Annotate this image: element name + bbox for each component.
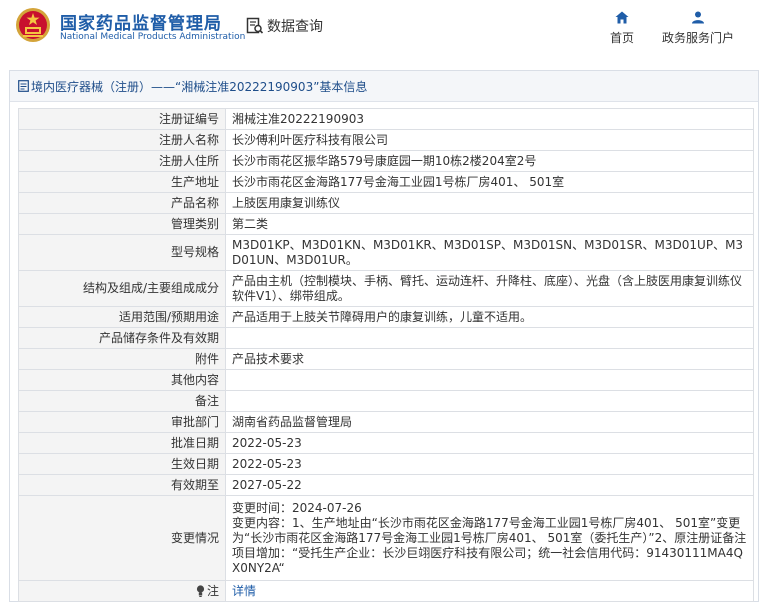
panel-title: 境内医疗器械（注册）——“湘械注准20222190903”基本信息 (31, 80, 368, 94)
table-row: 附件 产品技术要求 (18, 348, 754, 370)
field-value (225, 390, 754, 412)
note-label: 注 (206, 583, 219, 598)
field-value: 2022-05-23 (225, 432, 754, 454)
national-emblem-icon (16, 8, 50, 42)
data-query-icon (246, 17, 264, 34)
field-label: 注册人住所 (18, 150, 226, 172)
field-label: 注册证编号 (18, 108, 226, 130)
field-label: 产品名称 (18, 192, 226, 214)
table-row: 结构及组成/主要组成成分 产品由主机（控制模块、手柄、臂托、运动连杆、升降柱、底座… (18, 270, 754, 307)
nav-service-portal-label: 政务服务门户 (661, 31, 734, 45)
field-value: 湖南省药品监督管理局 (225, 411, 754, 433)
table-row: 注册人名称 长沙傅利叶医疗科技有限公司 (18, 129, 754, 151)
table-row: 有效期至 2027-05-22 (18, 474, 754, 496)
home-icon (615, 11, 629, 24)
detail-panel: 境内医疗器械（注册）——“湘械注准20222190903”基本信息 注册证编号湘… (9, 70, 759, 602)
note-row: 注详情 (18, 580, 754, 602)
field-value: 第二类 (225, 213, 754, 235)
table-row: 变更情况 变更时间：2024-07-26 变更内容：1、生产地址由“长沙市雨花区金… (18, 495, 754, 581)
field-value (225, 327, 754, 349)
table-row: 注册人住所 长沙市雨花区振华路579号康庭园一期10栋2楼204室2号 (18, 150, 754, 172)
field-value: 湘械注准20222190903 (225, 108, 754, 130)
table-row: 适用范围/预期用途 产品适用于上肢关节障碍用户的康复训练，儿童不适用。 (18, 306, 754, 328)
table-row: 生效日期 2022-05-23 (18, 453, 754, 475)
field-label: 注册人名称 (18, 129, 226, 151)
info-table: 注册证编号 湘械注准20222190903 注册人名称 长沙傅利叶医疗科技有限公司 注册… (18, 108, 754, 602)
field-label: 有效期至 (18, 474, 226, 496)
field-label: 审批部门 (18, 411, 226, 433)
field-label: 型号规格 (18, 234, 226, 271)
table-row: 备注 (18, 390, 754, 412)
table-row: 生产地址 长沙市雨花区金海路177号金海工业园1号栋厂房401、 501室 (18, 171, 754, 193)
field-label: 生产地址 (18, 171, 226, 193)
details-link[interactable]: 详情 (232, 584, 256, 598)
nav-home[interactable]: 首页 (603, 11, 641, 46)
field-value: 长沙市雨花区振华路579号康庭园一期10栋2楼204室2号 (225, 150, 754, 172)
field-value (225, 369, 754, 391)
note-value-cell: 详情 (225, 580, 754, 602)
nav-service-portal[interactable]: 政务服务门户 (656, 11, 740, 46)
panel-header: 境内医疗器械（注册）——“湘械注准20222190903”基本信息 (10, 71, 758, 102)
field-value: 产品适用于上肢关节障碍用户的康复训练，儿童不适用。 (225, 306, 754, 328)
field-label: 变更情况 (18, 495, 226, 581)
field-label: 批准日期 (18, 432, 226, 454)
note-label-cell: 注 (18, 580, 226, 602)
field-value: M3D01KP、M3D01KN、M3D01KR、M3D01SP、M3D01SN、… (225, 234, 754, 271)
field-label: 其他内容 (18, 369, 226, 391)
field-label: 结构及组成/主要组成成分 (18, 270, 226, 307)
field-label: 备注 (18, 390, 226, 412)
field-value: 长沙傅利叶医疗科技有限公司 (225, 129, 754, 151)
field-value: 产品技术要求 (225, 348, 754, 370)
table-row: 型号规格 M3D01KP、M3D01KN、M3D01KR、M3D01SP、M3D0… (18, 234, 754, 271)
table-row: 注册证编号 湘械注准20222190903 (18, 108, 754, 130)
field-value: 2027-05-22 (225, 474, 754, 496)
document-icon (18, 80, 29, 92)
table-row: 其他内容 (18, 369, 754, 391)
table-row: 批准日期 2022-05-23 (18, 432, 754, 454)
field-label: 产品储存条件及有效期 (18, 327, 226, 349)
field-label: 管理类别 (18, 213, 226, 235)
logo-title-en[interactable]: National Medical Products Administration (60, 32, 245, 42)
nav-home-label: 首页 (609, 31, 634, 45)
logo-title-cn[interactable]: 国家药品监督管理局 (60, 9, 222, 34)
table-row: 审批部门 湖南省药品监督管理局 (18, 411, 754, 433)
data-query-link[interactable]: 数据查询 (246, 15, 323, 37)
field-label: 适用范围/预期用途 (18, 306, 226, 328)
field-value: 长沙市雨花区金海路177号金海工业园1号栋厂房401、 501室 (225, 171, 754, 193)
user-icon (692, 11, 704, 24)
field-value: 产品由主机（控制模块、手柄、臂托、运动连杆、升降柱、底座）、光盘（含上肢医用康复… (225, 270, 754, 307)
field-value: 变更时间：2024-07-26 变更内容：1、生产地址由“长沙市雨花区金海路17… (225, 495, 754, 581)
table-row: 产品名称 上肢医用康复训练仪 (18, 192, 754, 214)
site-header: 国家药品监督管理局 National Medical Products Admi… (0, 0, 762, 60)
table-row: 产品储存条件及有效期 (18, 327, 754, 349)
field-value: 上肢医用康复训练仪 (225, 192, 754, 214)
lightbulb-icon (196, 585, 205, 597)
field-label: 生效日期 (18, 453, 226, 475)
field-label: 附件 (18, 348, 226, 370)
table-row: 管理类别 第二类 (18, 213, 754, 235)
data-query-label: 数据查询 (267, 19, 323, 35)
field-value: 2022-05-23 (225, 453, 754, 475)
